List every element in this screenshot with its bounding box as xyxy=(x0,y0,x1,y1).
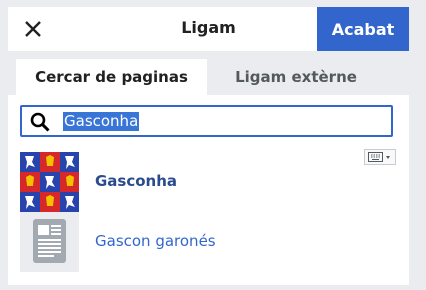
article-placeholder-icon xyxy=(20,212,79,272)
gascony-flag-image xyxy=(20,152,79,212)
tab-bar: Cercar de paginas Ligam extèrne xyxy=(8,51,409,95)
result-label: Gasconha xyxy=(95,172,178,190)
tab-search-pages[interactable]: Cercar de paginas xyxy=(16,59,207,95)
search-input[interactable]: Gasconha xyxy=(20,105,393,137)
result-label: Gascon garonés xyxy=(95,232,216,250)
tab-external-link[interactable]: Ligam extèrne xyxy=(214,59,378,95)
search-icon xyxy=(30,112,50,132)
search-input-value: Gasconha xyxy=(63,112,140,131)
done-button[interactable]: Acabat xyxy=(317,7,409,51)
search-result-item[interactable]: Gascon garonés xyxy=(20,212,390,272)
dialog-header: Ligam Acabat xyxy=(8,7,409,51)
search-panel: Gasconha Gasconha Gascon garonés xyxy=(8,95,409,285)
search-result-item[interactable]: Gasconha xyxy=(20,152,390,212)
link-dialog: Ligam Acabat Cercar de paginas Ligam ext… xyxy=(8,7,409,285)
